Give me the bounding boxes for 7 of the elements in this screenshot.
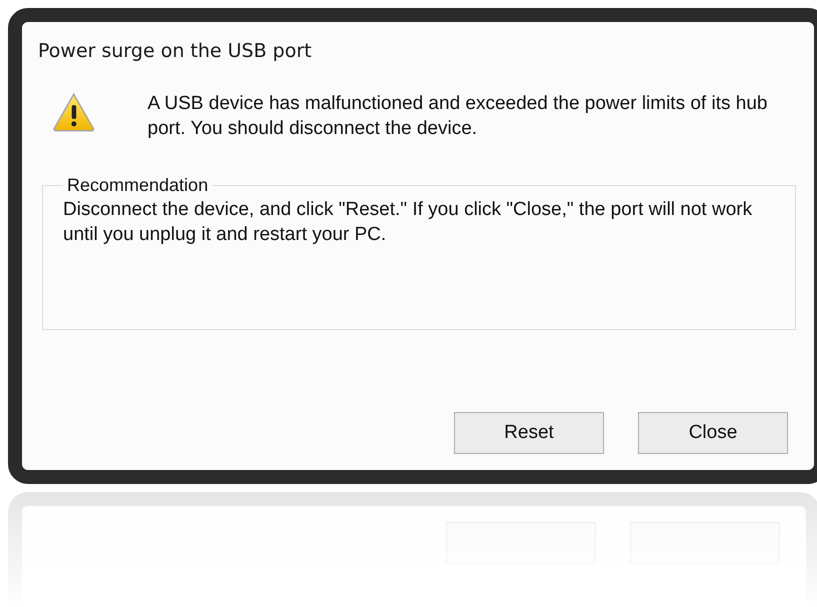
recommendation-text: Disconnect the device, and click "Reset." If you click "Close," the port will not work until you unplug it and restart your PC. [63, 198, 753, 248]
close-button[interactable]: Close [638, 412, 788, 454]
message-text: A USB device has malfunctioned and exceeded the power limits of its hub port. You should disconnect the device. [148, 92, 768, 141]
window-title: Power surge on the USB port [38, 40, 313, 62]
reset-button[interactable]: Reset [454, 412, 604, 454]
group-label: Recommendation [66, 175, 210, 196]
warning-icon [52, 92, 96, 132]
